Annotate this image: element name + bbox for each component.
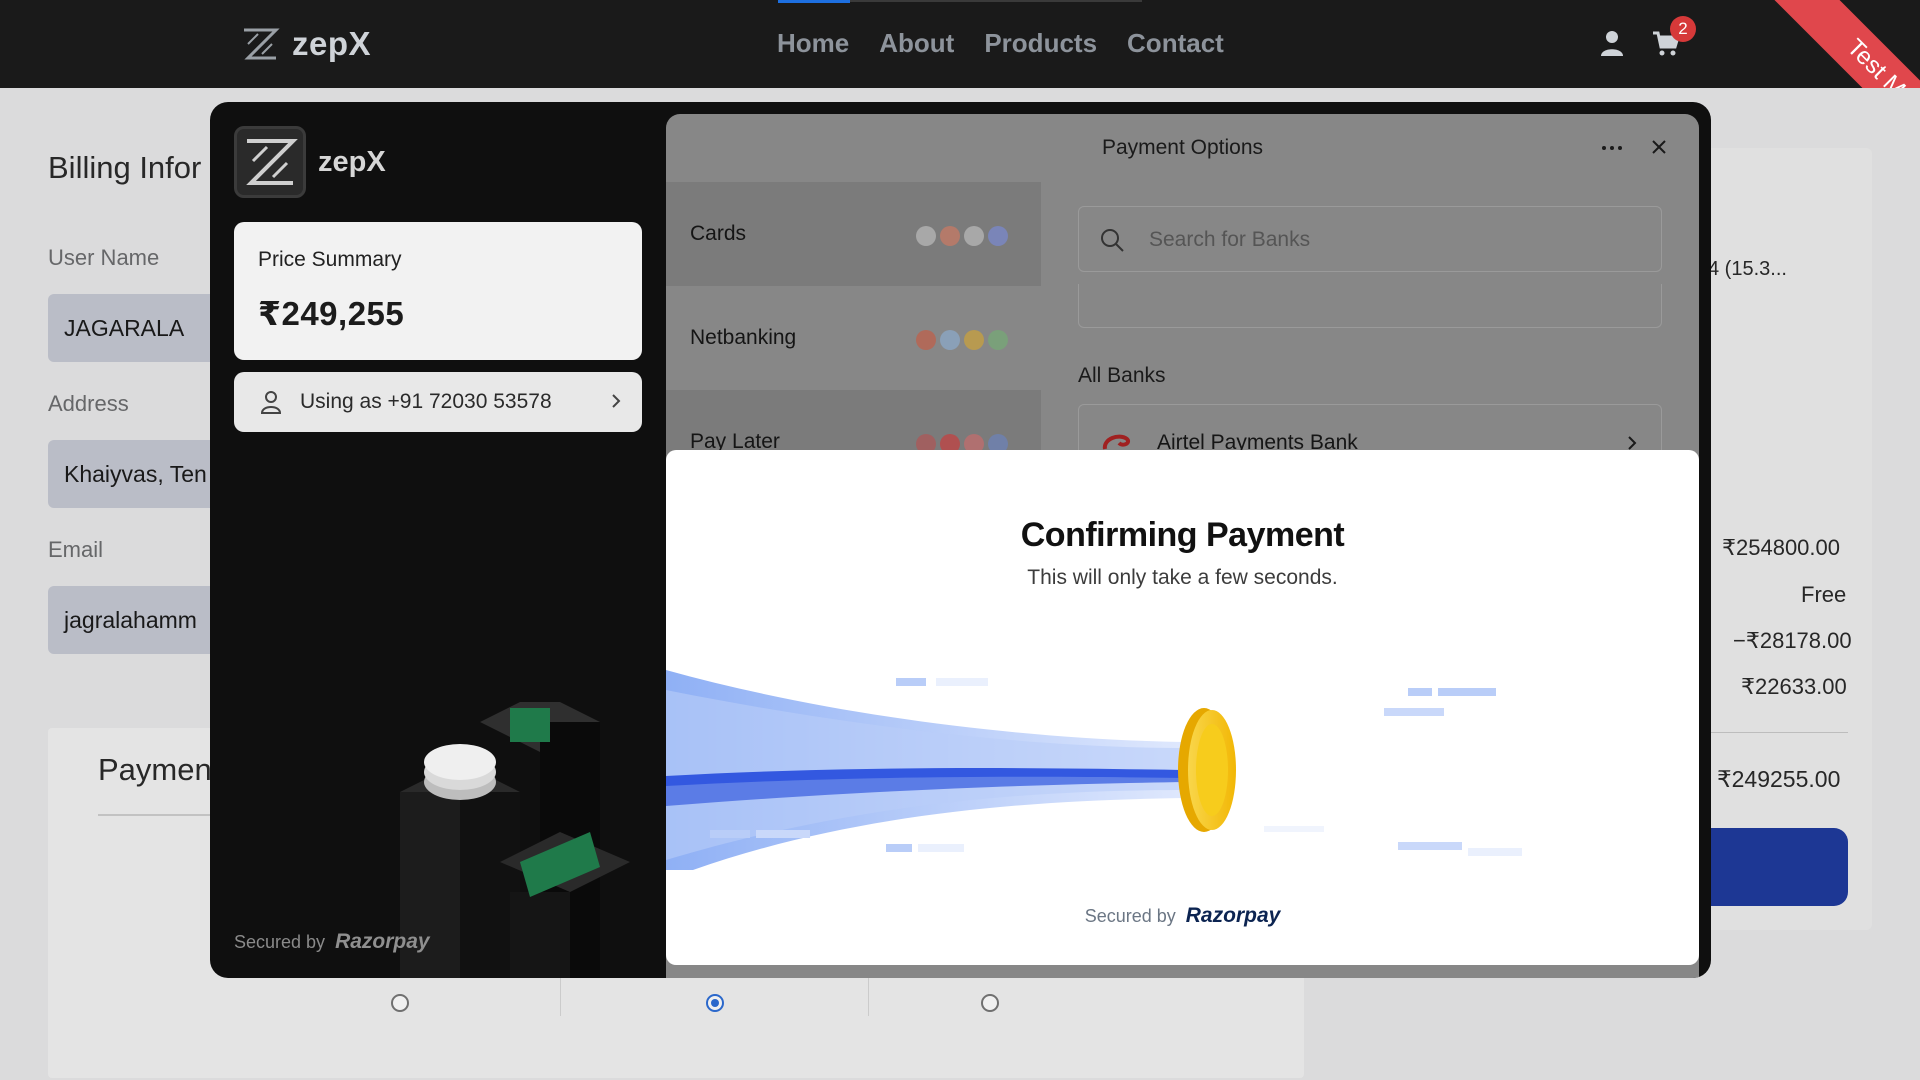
nav-link-home[interactable]: Home	[777, 28, 849, 59]
search-icon	[1101, 229, 1124, 252]
zepx-logo-icon	[244, 28, 280, 60]
main-nav: Home About Products Contact	[777, 28, 1224, 59]
razorpay-wordmark: Razorpay	[1185, 904, 1281, 927]
bank-search-input[interactable]	[1149, 225, 1629, 255]
nav-active-indicator	[778, 0, 850, 3]
card-network-icons	[916, 226, 1008, 246]
nav-link-about[interactable]: About	[879, 28, 954, 59]
user-account-icon[interactable]	[1597, 28, 1627, 58]
secured-by-label: Secured by	[1084, 906, 1176, 926]
rupay-icon	[964, 226, 984, 246]
secured-by-footer: Secured by Razorpay	[234, 930, 430, 954]
user-icon	[260, 391, 282, 414]
confirming-subtitle: This will only take a few seconds.	[1027, 566, 1338, 589]
method-label: Netbanking	[690, 326, 797, 349]
payment-options-title: Payment Options	[1101, 136, 1264, 159]
mastercard-icon	[940, 226, 960, 246]
method-netbanking[interactable]: Netbanking	[666, 286, 1041, 390]
top-navbar: zepX Home About Products Contact 2	[0, 0, 1920, 88]
nav-link-contact[interactable]: Contact	[1127, 28, 1224, 59]
secured-by-label: Secured by	[234, 932, 326, 952]
method-label: Cards	[690, 222, 747, 245]
chevron-right-icon	[1628, 436, 1637, 450]
bank-icon	[940, 330, 960, 350]
bank-icon	[964, 330, 984, 350]
price-summary-amount: ₹249,255	[258, 295, 405, 332]
payment-animation-illustration	[666, 670, 1522, 870]
popular-bank-row[interactable]	[1078, 284, 1662, 328]
razorpay-wordmark: Razorpay	[335, 930, 430, 953]
merchant-name: zepX	[318, 146, 386, 178]
method-cards[interactable]: Cards	[666, 182, 1041, 286]
isometric-illustration	[400, 702, 630, 978]
brand-logo-link[interactable]: zepX	[238, 22, 371, 66]
secured-by-footer: Secured by Razorpay	[666, 904, 1699, 928]
more-options-icon[interactable]	[1600, 142, 1624, 154]
nav-link-products[interactable]: Products	[984, 28, 1097, 59]
brand-name: zepX	[292, 25, 372, 62]
price-summary-card: Price Summary ₹249,255	[234, 222, 642, 360]
all-banks-heading: All Banks	[1078, 364, 1166, 387]
close-icon[interactable]	[1648, 136, 1670, 158]
maestro-icon	[988, 226, 1008, 246]
chevron-right-icon	[612, 394, 621, 408]
visa-icon	[916, 226, 936, 246]
nav-indicator-track	[850, 0, 1142, 2]
user-contact-button[interactable]: Using as +91 72030 53578	[234, 372, 642, 432]
cart-count-badge: 2	[1670, 16, 1696, 42]
bank-icons	[916, 330, 1008, 350]
confirming-title: Confirming Payment	[1020, 516, 1345, 554]
merchant-logo	[234, 126, 306, 198]
bank-search-box	[1078, 206, 1662, 272]
price-summary-label: Price Summary	[258, 248, 402, 271]
confirming-payment-dialog: Confirming Payment This will only take a…	[666, 450, 1699, 965]
bank-icon	[988, 330, 1008, 350]
zepx-logo-icon	[246, 139, 298, 185]
user-contact-label: Using as +91 72030 53578	[300, 390, 552, 413]
bank-icon	[916, 330, 936, 350]
